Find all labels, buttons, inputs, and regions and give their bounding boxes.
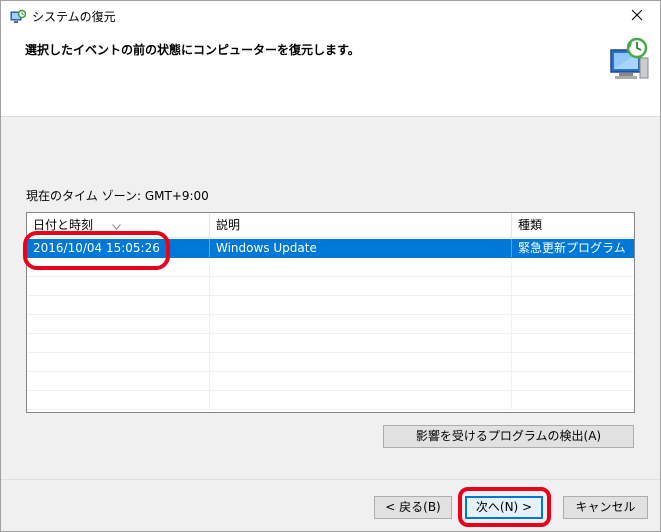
column-header-type[interactable]: 種類 <box>512 213 634 238</box>
detect-affected-programs-button[interactable]: 影響を受けるプログラムの検出(A) <box>383 425 634 448</box>
restore-point-table: 日付と時刻 説明 種類 2016/10/04 15:05:26 Windows … <box>26 212 635 413</box>
table-header: 日付と時刻 説明 種類 <box>27 213 634 238</box>
table-row[interactable]: 2016/10/04 15:05:26 Windows Update 緊急更新プ… <box>27 239 634 258</box>
close-icon <box>631 9 643 24</box>
column-header-label: 日付と時刻 <box>33 218 94 232</box>
column-header-label: 説明 <box>216 218 241 232</box>
cancel-button[interactable]: キャンセル <box>563 496 648 519</box>
next-button[interactable]: 次へ(N) > <box>465 496 543 519</box>
timezone-label: 現在のタイム ゾーン: GMT+9:00 <box>26 189 209 203</box>
cell-description: Windows Update <box>210 239 512 257</box>
table-body: 2016/10/04 15:05:26 Windows Update 緊急更新プ… <box>27 239 634 410</box>
back-button[interactable]: < 戻る(B) <box>374 496 452 519</box>
title-bar: システムの復元 <box>1 1 660 32</box>
empty-table-row <box>27 315 634 334</box>
cell-type: 緊急更新プログラム <box>518 241 626 255</box>
empty-table-row <box>27 334 634 353</box>
window-title: システムの復元 <box>32 10 116 24</box>
empty-table-row <box>27 296 634 315</box>
column-header-date[interactable]: 日付と時刻 <box>27 213 210 238</box>
empty-table-row <box>27 353 634 372</box>
system-restore-window: システムの復元 選択したイベントの前の状態にコンピューターを復元します。 現在の… <box>0 0 661 532</box>
empty-table-row <box>27 277 634 296</box>
header-band: 選択したイベントの前の状態にコンピューターを復元します。 <box>1 32 660 117</box>
column-header-label: 種類 <box>518 218 543 232</box>
empty-table-row <box>27 391 634 410</box>
cell-date: 2016/10/04 15:05:26 <box>27 239 210 257</box>
instruction-text: 選択したイベントの前の状態にコンピューターを復元します。 <box>25 43 360 57</box>
system-restore-icon <box>10 9 27 25</box>
empty-table-row <box>27 258 634 277</box>
close-button[interactable] <box>614 1 660 32</box>
monitor-restore-icon <box>605 36 653 84</box>
column-header-description[interactable]: 説明 <box>210 213 512 238</box>
empty-table-row <box>27 372 634 391</box>
footer-divider <box>1 479 660 480</box>
sort-down-icon <box>112 214 121 230</box>
